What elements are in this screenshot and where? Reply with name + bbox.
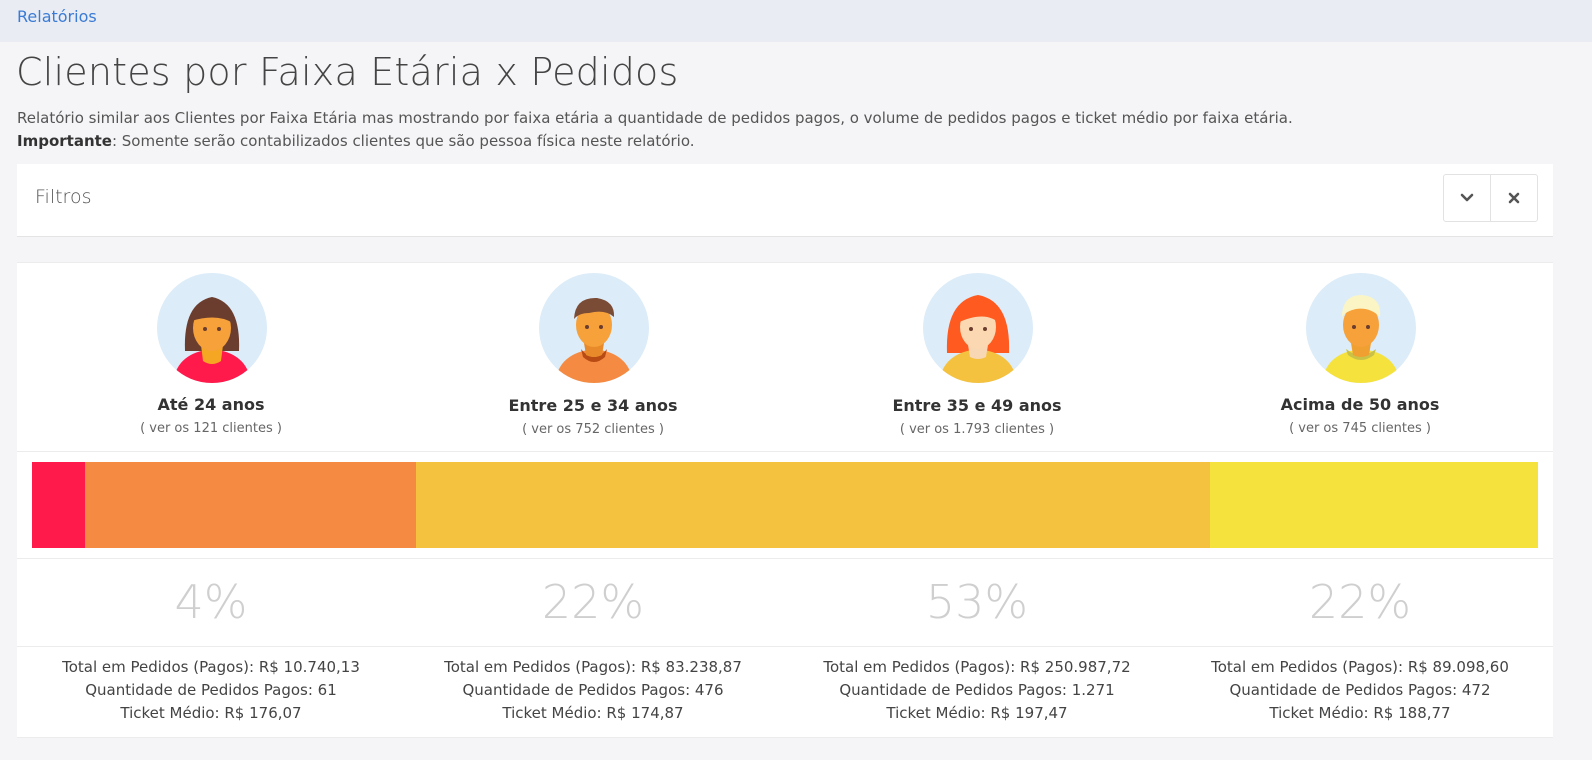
average-ticket: Ticket Médio: R$ 188,77 [1269, 704, 1451, 722]
breadcrumb-link-relatorios[interactable]: Relatórios [17, 7, 97, 26]
bar-segment [32, 462, 85, 548]
age-group-card: Acima de 50 anos ( ver os 745 clientes ) [1168, 263, 1552, 451]
age-group-title: Até 24 anos [157, 395, 265, 414]
total-orders-value: Total em Pedidos (Pagos): R$ 10.740,13 [62, 658, 360, 676]
orders-count: Quantidade de Pedidos Pagos: 61 [85, 681, 337, 699]
older-man-avatar [1306, 273, 1416, 383]
percentage-value: 4% [174, 575, 248, 629]
age-group-title: Entre 35 e 49 anos [892, 396, 1062, 415]
page-title: Clientes por Faixa Etária x Pedidos [16, 50, 679, 94]
bar-segment [1210, 462, 1538, 548]
filters-title: Filtros [35, 186, 92, 208]
important-label: Importante [17, 132, 112, 150]
age-group-card: Entre 25 e 34 anos ( ver os 752 clientes… [401, 263, 785, 451]
age-groups-panel: Até 24 anos ( ver os 121 clientes ) Entr… [17, 262, 1553, 738]
view-clients-link[interactable]: ( ver os 752 clientes ) [401, 422, 785, 437]
important-note: Importante: Somente serão contabilizados… [17, 130, 1577, 153]
percentage-value: 22% [1308, 575, 1412, 629]
orders-count: Quantidade de Pedidos Pagos: 472 [1229, 681, 1491, 699]
view-clients-link[interactable]: ( ver os 745 clientes ) [1168, 421, 1552, 436]
important-text: : Somente serão contabilizados clientes … [111, 132, 695, 150]
orders-count: Quantidade de Pedidos Pagos: 476 [462, 681, 724, 699]
view-clients-link[interactable]: ( ver os 121 clientes ) [19, 421, 403, 436]
divider [17, 558, 1553, 559]
total-orders-value: Total em Pedidos (Pagos): R$ 250.987,72 [823, 658, 1131, 676]
total-orders-value: Total em Pedidos (Pagos): R$ 89.098,60 [1211, 658, 1509, 676]
filters-collapse-button[interactable] [1443, 174, 1491, 222]
average-ticket: Ticket Médio: R$ 176,07 [120, 704, 302, 722]
close-icon [1508, 192, 1520, 204]
group-stats: Total em Pedidos (Pagos): R$ 89.098,60 Q… [1168, 656, 1552, 725]
bar-segment [85, 462, 416, 548]
bar-segment [416, 462, 1210, 548]
woman-avatar [923, 273, 1033, 383]
view-clients-link[interactable]: ( ver os 1.793 clientes ) [785, 422, 1169, 437]
group-stats: Total em Pedidos (Pagos): R$ 250.987,72 … [785, 656, 1169, 725]
group-stats: Total em Pedidos (Pagos): R$ 10.740,13 Q… [19, 656, 403, 725]
divider [17, 451, 1553, 452]
filters-panel: Filtros [17, 164, 1553, 237]
man-avatar [539, 273, 649, 383]
average-ticket: Ticket Médio: R$ 197,47 [886, 704, 1068, 722]
age-group-card: Até 24 anos ( ver os 121 clientes ) [19, 263, 403, 451]
total-orders-value: Total em Pedidos (Pagos): R$ 83.238,87 [444, 658, 742, 676]
age-group-title: Acima de 50 anos [1280, 395, 1440, 414]
percentage-value: 22% [541, 575, 645, 629]
group-stats: Total em Pedidos (Pagos): R$ 83.238,87 Q… [401, 656, 785, 725]
young-woman-avatar [157, 273, 267, 383]
orders-count: Quantidade de Pedidos Pagos: 1.271 [839, 681, 1115, 699]
description-text: Relatório similar aos Clientes por Faixa… [17, 109, 1293, 127]
average-ticket: Ticket Médio: R$ 174,87 [502, 704, 684, 722]
filters-close-button[interactable] [1490, 174, 1538, 222]
breadcrumb-bar: Relatórios [0, 0, 1592, 42]
page-description: Relatório similar aos Clientes por Faixa… [17, 107, 1577, 153]
percentage-value: 53% [925, 575, 1029, 629]
chevron-down-icon [1460, 193, 1474, 202]
age-group-card: Entre 35 e 49 anos ( ver os 1.793 client… [785, 263, 1169, 451]
divider [17, 646, 1553, 647]
age-group-title: Entre 25 e 34 anos [508, 396, 678, 415]
